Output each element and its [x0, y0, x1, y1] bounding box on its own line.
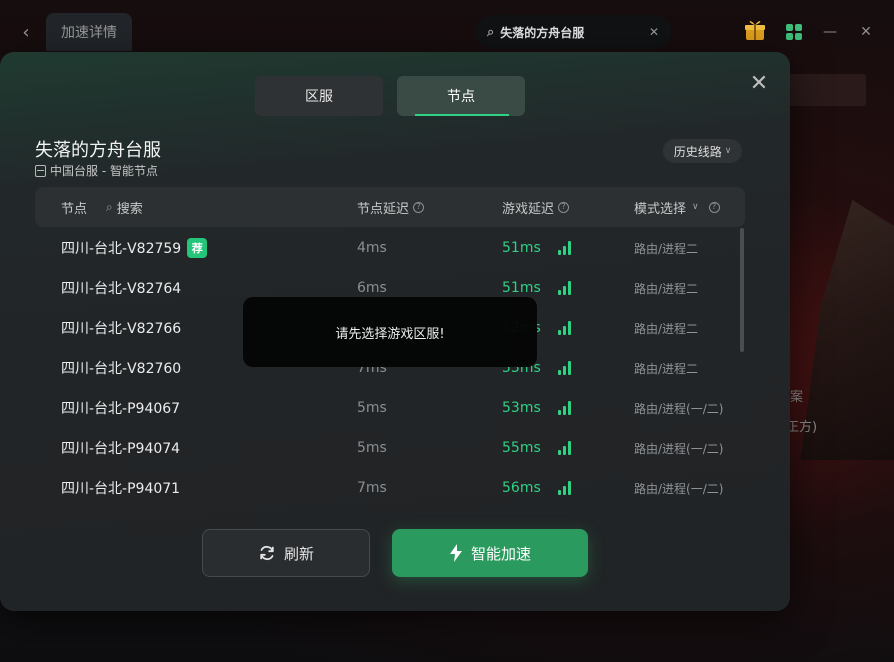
node-name: 四川-台北-P94067 [61, 401, 181, 417]
apps-grid-icon[interactable] [786, 24, 802, 40]
background-bar [790, 74, 866, 106]
signal-icon [558, 468, 571, 508]
mode: 路由/进程二 [634, 361, 699, 376]
search-icon: ⌕ [487, 24, 495, 40]
node-name: 四川-台北-P94074 [61, 441, 181, 457]
recommended-badge: 荐 [187, 238, 208, 258]
tab-label: 加速详情 [61, 25, 117, 41]
tab-node-label: 节点 [447, 89, 475, 105]
gift-icon[interactable] [744, 18, 766, 42]
server-icon [35, 164, 46, 177]
mode: 路由/进程(一/二) [634, 441, 724, 456]
game-subtitle: 中国台服 - 智能节点 [35, 162, 158, 179]
col-node-label: 节点 [61, 201, 88, 217]
node-name: 四川-台北-V82764 [61, 281, 182, 297]
refresh-label: 刷新 [283, 544, 314, 563]
minimize-icon[interactable]: — [818, 20, 842, 44]
col-mode-label: 模式选择 [634, 201, 687, 217]
mode: 路由/进程二 [634, 241, 699, 256]
back-icon[interactable]: ‹ [14, 18, 38, 46]
col-game-latency: 游戏延迟 ? [502, 187, 570, 227]
node-name: 四川-台北-P94071 [61, 481, 181, 497]
chevron-down-icon: ∨ [692, 202, 699, 212]
background-text: 案 [790, 390, 804, 405]
col-game-latency-label: 游戏延迟 [502, 201, 555, 217]
chevron-down-icon: ∨ [724, 146, 732, 156]
search-value: 失落的方舟台服 [500, 25, 585, 40]
node-name: 四川-台北-V82759 荐 [61, 228, 208, 268]
node-name: 四川-台北-V82766 [61, 321, 182, 337]
search-input[interactable]: ⌕ 失落的方舟台服 ✕ [475, 15, 671, 49]
search-icon: ⌕ [106, 199, 113, 214]
table-header: 节点 ⌕ 搜索 节点延迟 ? 游戏延迟 ? 模式选择 ∨ ? [35, 187, 745, 227]
close-window-icon[interactable]: ✕ [854, 20, 878, 44]
toast-text: 请先选择游戏区服! [335, 326, 445, 342]
help-icon[interactable]: ? [708, 201, 720, 213]
table-row[interactable]: 四川-台北-P94071 7ms 56ms 路由/进程(一/二) [35, 468, 735, 508]
background-text: 正方) [786, 420, 818, 435]
history-routes-button[interactable]: 历史线路 ∨ [663, 139, 742, 163]
col-mode[interactable]: 模式选择 ∨ ? [634, 187, 720, 227]
signal-icon [558, 308, 571, 348]
active-tab-indicator [415, 114, 509, 116]
node-search-placeholder: 搜索 [116, 201, 143, 217]
game-latency: 51ms [502, 240, 541, 256]
tab-server[interactable]: 区服 [255, 76, 383, 116]
game-subtitle-text: 中国台服 - 智能节点 [50, 164, 158, 178]
game-latency: 53ms [502, 400, 541, 416]
mode: 路由/进程二 [634, 281, 699, 296]
table-row[interactable]: 四川-台北-P94074 5ms 55ms 路由/进程(一/二) [35, 428, 735, 468]
signal-icon [558, 388, 571, 428]
signal-icon [558, 268, 571, 308]
refresh-button[interactable]: 刷新 [202, 529, 370, 577]
mode: 路由/进程(一/二) [634, 401, 724, 416]
game-latency: 55ms [502, 440, 541, 456]
node-select-dialog: ✕ 区服 节点 失落的方舟台服 中国台服 - 智能节点 历史线路 ∨ 节点 ⌕ … [0, 52, 790, 611]
table-row[interactable]: 四川-台北-V82759 荐 4ms 51ms 路由/进程二 [35, 228, 735, 268]
node-latency: 4ms [357, 240, 387, 256]
signal-icon [558, 348, 571, 388]
node-latency: 5ms [357, 440, 387, 456]
tab-server-label: 区服 [305, 89, 333, 105]
signal-icon [558, 428, 571, 468]
smart-accelerate-button[interactable]: 智能加速 [392, 529, 588, 577]
node-name-text: 四川-台北-V82759 [61, 241, 182, 257]
close-icon[interactable]: ✕ [747, 72, 771, 96]
game-title: 失落的方舟台服 [35, 140, 161, 161]
node-latency: 5ms [357, 400, 387, 416]
node-latency: 7ms [357, 480, 387, 496]
help-icon[interactable]: ? [413, 201, 425, 213]
node-search-input[interactable]: ⌕ 搜索 [106, 187, 143, 227]
lightning-icon [449, 544, 462, 562]
history-label: 历史线路 [673, 144, 722, 159]
help-icon[interactable]: ? [558, 201, 570, 213]
refresh-icon [260, 545, 274, 561]
mode: 路由/进程二 [634, 321, 699, 336]
col-node: 节点 [61, 187, 87, 227]
list-scrollbar[interactable] [740, 228, 744, 352]
col-node-latency: 节点延迟 ? [357, 187, 425, 227]
table-row[interactable]: 四川-台北-P94067 5ms 53ms 路由/进程(一/二) [35, 388, 735, 428]
tab-accel-details[interactable]: 加速详情 [46, 13, 132, 51]
toast-message: 请先选择游戏区服! [243, 297, 537, 367]
node-name: 四川-台北-V82760 [61, 361, 182, 377]
signal-icon [558, 228, 571, 268]
game-latency: 56ms [502, 480, 541, 496]
mode: 路由/进程(一/二) [634, 481, 724, 496]
clear-search-icon[interactable]: ✕ [649, 25, 659, 39]
accelerate-label: 智能加速 [470, 544, 531, 563]
tab-node[interactable]: 节点 [397, 76, 525, 116]
col-node-latency-label: 节点延迟 [357, 201, 410, 217]
